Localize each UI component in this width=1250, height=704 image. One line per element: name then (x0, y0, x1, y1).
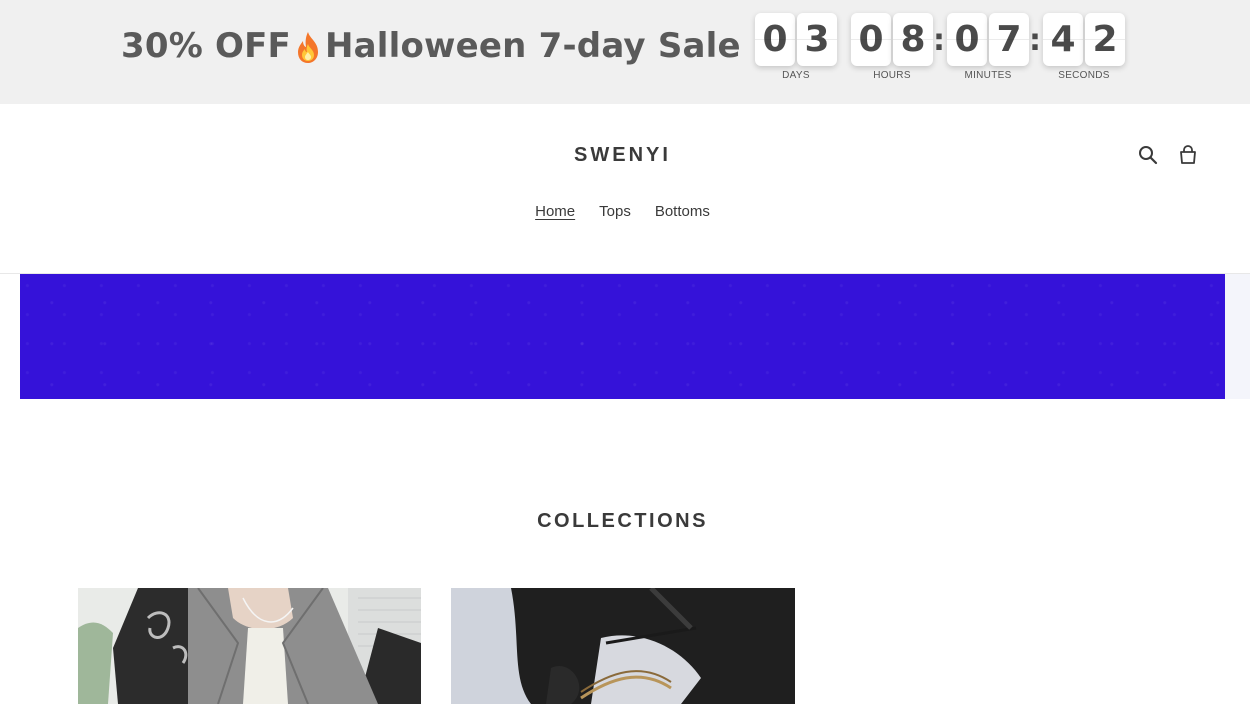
minutes-digit-2: 7 (989, 13, 1029, 66)
seconds-digit-1: 4 (1043, 13, 1083, 66)
fire-icon (293, 30, 323, 64)
main-navigation: Home Tops Bottoms (0, 203, 1245, 220)
days-digit-1: 0 (755, 13, 795, 66)
hours-digit-2: 8 (893, 13, 933, 66)
seconds-digit-2: 2 (1085, 13, 1125, 66)
store-logo[interactable]: SWENYI (0, 144, 1245, 167)
seconds-label: SECONDS (1058, 70, 1110, 81)
nav-item-tops[interactable]: Tops (599, 203, 631, 220)
days-label: DAYS (782, 70, 810, 81)
countdown-minutes: 0 7 MINUTES (947, 13, 1029, 81)
minutes-digit-1: 0 (947, 13, 987, 66)
collection-image-bottoms (451, 588, 795, 704)
search-icon[interactable] (1138, 144, 1158, 166)
countdown-days: 0 3 DAYS (755, 13, 837, 81)
site-header: SWENYI Home Tops Bottoms (0, 104, 1250, 274)
days-digit-2: 3 (797, 13, 837, 66)
hours-digit-1: 0 (851, 13, 891, 66)
countdown-hours: 0 8 HOURS (851, 13, 933, 81)
promo-sale-text: Halloween 7-day Sale (324, 26, 741, 66)
countdown-seconds: 4 2 SECONDS (1043, 13, 1125, 81)
promo-discount-text: 30% OFF (121, 26, 291, 66)
announcement-bar: 30% OFF Halloween 7-day Sale 0 3 DAYS 0 … (0, 0, 1250, 104)
hero-banner-edge (1225, 274, 1250, 399)
collections-heading: COLLECTIONS (537, 510, 708, 532)
minutes-label: MINUTES (964, 70, 1012, 81)
hours-label: HOURS (873, 70, 911, 81)
countdown-separator: : (933, 23, 945, 58)
header-actions (1138, 144, 1198, 166)
nav-item-bottoms[interactable]: Bottoms (655, 203, 710, 220)
cart-icon[interactable] (1178, 144, 1198, 166)
nav-item-home[interactable]: Home (535, 203, 575, 220)
collection-image-tops (78, 588, 421, 704)
collection-card-bottoms[interactable] (451, 588, 795, 704)
hero-banner-image[interactable] (20, 274, 1225, 399)
promo-headline: 30% OFF Halloween 7-day Sale (121, 26, 741, 66)
collection-card-tops[interactable] (78, 588, 421, 704)
countdown-separator: : (1029, 23, 1041, 58)
